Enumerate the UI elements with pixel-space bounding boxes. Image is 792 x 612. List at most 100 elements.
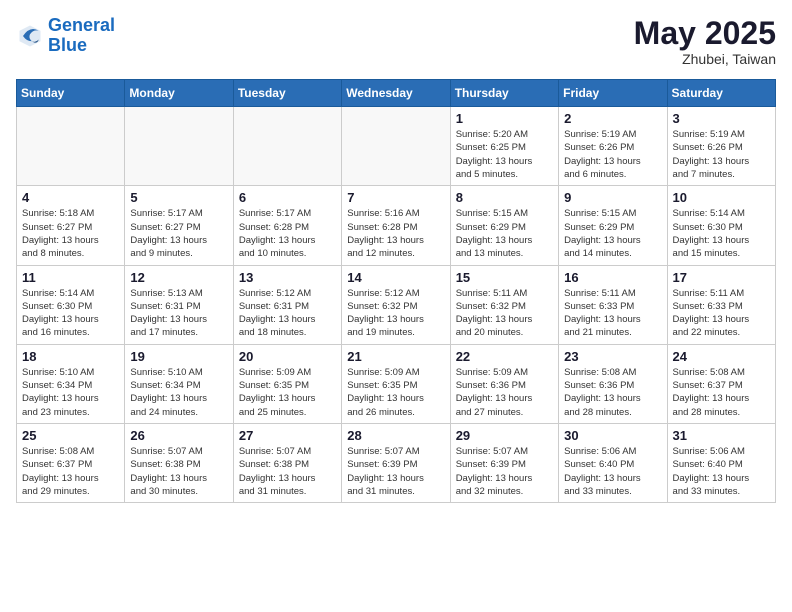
day-info: Sunrise: 5:07 AM Sunset: 6:39 PM Dayligh…: [347, 445, 444, 498]
day-number: 29: [456, 428, 553, 443]
calendar-day: [17, 107, 125, 186]
day-number: 20: [239, 349, 336, 364]
page-header: General Blue May 2025 Zhubei, Taiwan: [16, 16, 776, 67]
day-info: Sunrise: 5:19 AM Sunset: 6:26 PM Dayligh…: [673, 128, 770, 181]
day-number: 22: [456, 349, 553, 364]
calendar-day: [125, 107, 233, 186]
day-info: Sunrise: 5:18 AM Sunset: 6:27 PM Dayligh…: [22, 207, 119, 260]
day-info: Sunrise: 5:07 AM Sunset: 6:39 PM Dayligh…: [456, 445, 553, 498]
calendar-week-5: 25 Sunrise: 5:08 AM Sunset: 6:37 PM Dayli…: [17, 423, 776, 502]
day-info: Sunrise: 5:17 AM Sunset: 6:28 PM Dayligh…: [239, 207, 336, 260]
day-info: Sunrise: 5:08 AM Sunset: 6:36 PM Dayligh…: [564, 366, 661, 419]
header-wednesday: Wednesday: [342, 80, 450, 107]
calendar-day: 18Sunrise: 5:10 AM Sunset: 6:34 PM Dayli…: [17, 344, 125, 423]
day-info: Sunrise: 5:14 AM Sunset: 6:30 PM Dayligh…: [22, 287, 119, 340]
day-number: 12: [130, 270, 227, 285]
calendar-day: 26 Sunrise: 5:07 AM Sunset: 6:38 PM Dayli…: [125, 423, 233, 502]
day-number: 10: [673, 190, 770, 205]
logo-text: General Blue: [48, 16, 115, 56]
location-subtitle: Zhubei, Taiwan: [634, 51, 776, 67]
day-info: Sunrise: 5:08 AM Sunset: 6:37 PM Dayligh…: [673, 366, 770, 419]
day-number: 9: [564, 190, 661, 205]
day-info: Sunrise: 5:10 AM Sunset: 6:34 PM Dayligh…: [130, 366, 227, 419]
calendar-day: 27 Sunrise: 5:07 AM Sunset: 6:38 PM Dayli…: [233, 423, 341, 502]
day-info: Sunrise: 5:12 AM Sunset: 6:32 PM Dayligh…: [347, 287, 444, 340]
day-number: 16: [564, 270, 661, 285]
day-number: 26: [130, 428, 227, 443]
day-number: 18: [22, 349, 119, 364]
calendar-day: 13 Sunrise: 5:12 AM Sunset: 6:31 PM Dayli…: [233, 265, 341, 344]
title-area: May 2025 Zhubei, Taiwan: [634, 16, 776, 67]
header-saturday: Saturday: [667, 80, 775, 107]
day-number: 3: [673, 111, 770, 126]
header-tuesday: Tuesday: [233, 80, 341, 107]
day-info: Sunrise: 5:08 AM Sunset: 6:37 PM Dayligh…: [22, 445, 119, 498]
day-info: Sunrise: 5:20 AM Sunset: 6:25 PM Dayligh…: [456, 128, 553, 181]
header-monday: Monday: [125, 80, 233, 107]
calendar-day: 25 Sunrise: 5:08 AM Sunset: 6:37 PM Dayli…: [17, 423, 125, 502]
day-info: Sunrise: 5:11 AM Sunset: 6:33 PM Dayligh…: [673, 287, 770, 340]
day-number: 4: [22, 190, 119, 205]
day-info: Sunrise: 5:16 AM Sunset: 6:28 PM Dayligh…: [347, 207, 444, 260]
calendar-day: 24 Sunrise: 5:08 AM Sunset: 6:37 PM Dayli…: [667, 344, 775, 423]
day-info: Sunrise: 5:11 AM Sunset: 6:33 PM Dayligh…: [564, 287, 661, 340]
day-number: 6: [239, 190, 336, 205]
day-number: 21: [347, 349, 444, 364]
day-info: Sunrise: 5:15 AM Sunset: 6:29 PM Dayligh…: [564, 207, 661, 260]
calendar-day: 21Sunrise: 5:09 AM Sunset: 6:35 PM Dayli…: [342, 344, 450, 423]
day-number: 14: [347, 270, 444, 285]
calendar-day: 2 Sunrise: 5:19 AM Sunset: 6:26 PM Daylig…: [559, 107, 667, 186]
calendar-week-1: 1 Sunrise: 5:20 AM Sunset: 6:25 PM Daylig…: [17, 107, 776, 186]
calendar-day: 29 Sunrise: 5:07 AM Sunset: 6:39 PM Dayli…: [450, 423, 558, 502]
day-number: 15: [456, 270, 553, 285]
calendar-day: 14 Sunrise: 5:12 AM Sunset: 6:32 PM Dayli…: [342, 265, 450, 344]
calendar-week-4: 18 Sunrise: 5:10 AM Sunset: 6:34 PM Dayli…: [17, 344, 776, 423]
logo: General Blue: [16, 16, 115, 56]
calendar-day: 31Sunrise: 5:06 AM Sunset: 6:40 PM Dayli…: [667, 423, 775, 502]
day-info: Sunrise: 5:14 AM Sunset: 6:30 PM Dayligh…: [673, 207, 770, 260]
calendar-day: 10 Sunrise: 5:14 AM Sunset: 6:30 PM Dayli…: [667, 186, 775, 265]
day-info: Sunrise: 5:06 AM Sunset: 6:40 PM Dayligh…: [564, 445, 661, 498]
calendar-day: 20 Sunrise: 5:09 AM Sunset: 6:35 PM Dayli…: [233, 344, 341, 423]
day-info: Sunrise: 5:15 AM Sunset: 6:29 PM Dayligh…: [456, 207, 553, 260]
calendar-day: [342, 107, 450, 186]
month-title: May 2025: [634, 16, 776, 51]
day-number: 8: [456, 190, 553, 205]
calendar-day: 5Sunrise: 5:17 AM Sunset: 6:27 PM Daylig…: [125, 186, 233, 265]
calendar-day: 19Sunrise: 5:10 AM Sunset: 6:34 PM Dayli…: [125, 344, 233, 423]
header-sunday: Sunday: [17, 80, 125, 107]
day-number: 30: [564, 428, 661, 443]
day-info: Sunrise: 5:12 AM Sunset: 6:31 PM Dayligh…: [239, 287, 336, 340]
day-number: 1: [456, 111, 553, 126]
calendar-day: 1 Sunrise: 5:20 AM Sunset: 6:25 PM Daylig…: [450, 107, 558, 186]
day-info: Sunrise: 5:19 AM Sunset: 6:26 PM Dayligh…: [564, 128, 661, 181]
header-friday: Friday: [559, 80, 667, 107]
calendar-day: 3 Sunrise: 5:19 AM Sunset: 6:26 PM Daylig…: [667, 107, 775, 186]
calendar-day: 23 Sunrise: 5:08 AM Sunset: 6:36 PM Dayli…: [559, 344, 667, 423]
day-info: Sunrise: 5:11 AM Sunset: 6:32 PM Dayligh…: [456, 287, 553, 340]
day-number: 25: [22, 428, 119, 443]
day-number: 23: [564, 349, 661, 364]
calendar-day: [233, 107, 341, 186]
calendar-day: 4 Sunrise: 5:18 AM Sunset: 6:27 PM Daylig…: [17, 186, 125, 265]
day-number: 24: [673, 349, 770, 364]
day-info: Sunrise: 5:09 AM Sunset: 6:35 PM Dayligh…: [239, 366, 336, 419]
calendar-day: 12 Sunrise: 5:13 AM Sunset: 6:31 PM Dayli…: [125, 265, 233, 344]
day-info: Sunrise: 5:06 AM Sunset: 6:40 PM Dayligh…: [673, 445, 770, 498]
calendar-day: 30 Sunrise: 5:06 AM Sunset: 6:40 PM Dayli…: [559, 423, 667, 502]
logo-icon: [16, 22, 44, 50]
day-info: Sunrise: 5:07 AM Sunset: 6:38 PM Dayligh…: [130, 445, 227, 498]
day-number: 11: [22, 270, 119, 285]
day-info: Sunrise: 5:17 AM Sunset: 6:27 PM Dayligh…: [130, 207, 227, 260]
day-number: 13: [239, 270, 336, 285]
calendar-day: 11 Sunrise: 5:14 AM Sunset: 6:30 PM Dayli…: [17, 265, 125, 344]
day-info: Sunrise: 5:13 AM Sunset: 6:31 PM Dayligh…: [130, 287, 227, 340]
calendar-day: 15 Sunrise: 5:11 AM Sunset: 6:32 PM Dayli…: [450, 265, 558, 344]
day-info: Sunrise: 5:07 AM Sunset: 6:38 PM Dayligh…: [239, 445, 336, 498]
day-number: 2: [564, 111, 661, 126]
calendar-day: 22Sunrise: 5:09 AM Sunset: 6:36 PM Dayli…: [450, 344, 558, 423]
day-number: 28: [347, 428, 444, 443]
day-number: 27: [239, 428, 336, 443]
calendar-day: 9 Sunrise: 5:15 AM Sunset: 6:29 PM Daylig…: [559, 186, 667, 265]
calendar-day: 8 Sunrise: 5:15 AM Sunset: 6:29 PM Daylig…: [450, 186, 558, 265]
